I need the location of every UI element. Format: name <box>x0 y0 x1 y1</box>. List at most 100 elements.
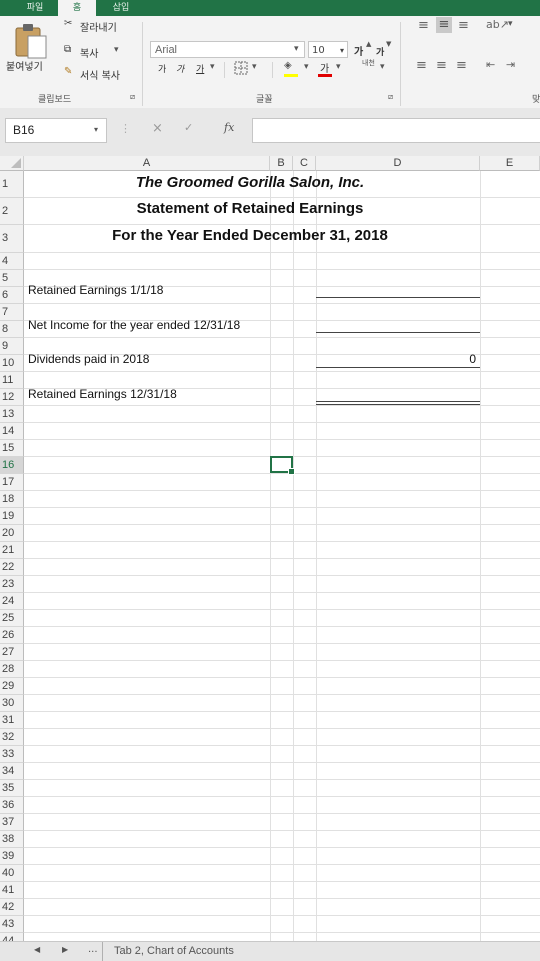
row-header[interactable]: 13 <box>0 406 24 423</box>
row-header[interactable]: 17 <box>0 474 24 491</box>
font-chevron-icon[interactable]: ▾ <box>294 44 299 54</box>
row-header[interactable]: 37 <box>0 814 24 831</box>
phonetic-button[interactable]: 내천 <box>362 59 376 67</box>
formula-input[interactable] <box>252 118 540 143</box>
row-header[interactable]: 39 <box>0 848 24 865</box>
row-header[interactable]: 25 <box>0 610 24 627</box>
font-size-select[interactable]: 10 ▾ <box>308 41 348 58</box>
confirm-icon[interactable]: ✓ <box>184 121 193 134</box>
row-header[interactable]: 36 <box>0 797 24 814</box>
row-header[interactable]: 3 <box>0 225 24 253</box>
row-header[interactable]: 20 <box>0 525 24 542</box>
title-period[interactable]: For the Year Ended December 31, 2018 <box>24 227 476 244</box>
row-header[interactable]: 19 <box>0 508 24 525</box>
shrink-font-button[interactable]: 가 <box>376 45 384 58</box>
row-header[interactable]: 32 <box>0 729 24 746</box>
row-header[interactable]: 22 <box>0 559 24 576</box>
row-header[interactable]: 28 <box>0 661 24 678</box>
title-company[interactable]: The Groomed Gorilla Salon, Inc. <box>24 174 476 191</box>
row-header[interactable]: 12 <box>0 389 24 406</box>
format-painter-button[interactable]: ✎ 서식 복사 <box>64 66 144 82</box>
worksheet-grid[interactable]: A B C D E 1 2 3 4 5 6 7 8 9 10 11 12 13 14 15 16 17 18 19 2… <box>0 156 540 941</box>
row-header[interactable]: 7 <box>0 304 24 321</box>
row-header[interactable]: 8 <box>0 321 24 338</box>
cut-button[interactable]: ✂ 잘라내기 <box>64 18 144 34</box>
align-bottom-icon[interactable]: ≡ <box>458 18 469 33</box>
underline-button[interactable]: 가 <box>196 62 204 75</box>
name-box[interactable]: B16 <box>5 118 107 143</box>
cancel-icon[interactable]: × <box>152 121 163 136</box>
row-header[interactable]: 26 <box>0 627 24 644</box>
copy-button[interactable]: ⧉ 복사 ▾ <box>64 44 144 60</box>
row-header[interactable]: 35 <box>0 780 24 797</box>
row-header[interactable]: 16 <box>0 457 24 474</box>
clipboard-launcher-icon[interactable]: ⧄ <box>130 92 135 102</box>
row-header[interactable]: 44 <box>0 933 24 941</box>
row-header[interactable]: 4 <box>0 253 24 270</box>
align-right-icon[interactable]: ≡ <box>456 58 467 73</box>
tab-file[interactable]: 파일 <box>22 0 48 16</box>
row-header[interactable]: 27 <box>0 644 24 661</box>
underline-chevron-icon[interactable]: ▾ <box>210 62 215 72</box>
label-retained-earnings-ending[interactable]: Retained Earnings 12/31/18 <box>28 387 177 401</box>
column-header-A[interactable]: A <box>24 156 270 171</box>
row-header[interactable]: 30 <box>0 695 24 712</box>
align-center-icon[interactable]: ≡ <box>436 58 447 73</box>
align-left-icon[interactable]: ≡ <box>416 58 427 73</box>
row-header[interactable]: 24 <box>0 593 24 610</box>
more-sheets-button[interactable]: ... <box>88 944 98 955</box>
font-launcher-icon[interactable]: ⧄ <box>388 92 393 102</box>
tab-home[interactable]: 홈 <box>58 0 96 16</box>
select-all-corner[interactable] <box>0 156 24 171</box>
tab-insert[interactable]: 삽입 <box>106 0 136 16</box>
font-color-button[interactable]: 가 <box>318 60 334 78</box>
row-header[interactable]: 1 <box>0 171 24 198</box>
row-header[interactable]: 23 <box>0 576 24 593</box>
row-header[interactable]: 9 <box>0 338 24 355</box>
row-header[interactable]: 21 <box>0 542 24 559</box>
row-header[interactable]: 38 <box>0 831 24 848</box>
column-header-E[interactable]: E <box>480 156 540 171</box>
borders-icon[interactable] <box>234 61 248 75</box>
row-header[interactable]: 6 <box>0 287 24 304</box>
value-dividends[interactable]: 0 <box>316 352 476 366</box>
row-header[interactable]: 15 <box>0 440 24 457</box>
row-header[interactable]: 14 <box>0 423 24 440</box>
row-header[interactable]: 31 <box>0 712 24 729</box>
row-header[interactable]: 29 <box>0 678 24 695</box>
row-header[interactable]: 11 <box>0 372 24 389</box>
column-header-D[interactable]: D <box>316 156 480 171</box>
row-header[interactable]: 33 <box>0 746 24 763</box>
title-statement[interactable]: Statement of Retained Earnings <box>24 200 476 217</box>
row-header[interactable]: 5 <box>0 270 24 287</box>
row-header[interactable]: 2 <box>0 198 24 225</box>
fill-chevron-icon[interactable]: ▾ <box>304 62 309 72</box>
phonetic-chevron-icon[interactable]: ▾ <box>380 62 385 72</box>
bold-button[interactable]: 가 <box>158 62 166 75</box>
row-header[interactable]: 42 <box>0 899 24 916</box>
next-sheet-icon[interactable]: ▶ <box>62 945 68 954</box>
orientation-icon[interactable]: ab↗ <box>486 18 509 31</box>
font-name-select[interactable]: Arial <box>150 41 305 58</box>
fill-handle[interactable] <box>288 468 295 475</box>
row-header[interactable]: 41 <box>0 882 24 899</box>
decrease-indent-icon[interactable]: ⇤ <box>486 58 495 71</box>
row-header[interactable]: 34 <box>0 763 24 780</box>
orientation-chevron-icon[interactable]: ▾ <box>508 19 513 29</box>
label-retained-earnings-beginning[interactable]: Retained Earnings 1/1/18 <box>28 283 163 297</box>
column-header-B[interactable]: B <box>270 156 293 171</box>
row-header[interactable]: 40 <box>0 865 24 882</box>
italic-button[interactable]: 가 <box>176 62 184 75</box>
paste-button[interactable]: 붙여넣기 <box>4 20 56 84</box>
row-header[interactable]: 18 <box>0 491 24 508</box>
label-net-income[interactable]: Net Income for the year ended 12/31/18 <box>28 318 240 332</box>
increase-indent-icon[interactable]: ⇥ <box>506 58 515 71</box>
align-middle-icon[interactable]: ≡ <box>436 17 452 33</box>
sheet-tab[interactable]: Tab 2, Chart of Accounts <box>104 942 244 961</box>
row-header[interactable]: 10 <box>0 355 24 372</box>
fill-color-button[interactable]: ◈ <box>284 60 302 78</box>
prev-sheet-icon[interactable]: ◀ <box>34 945 40 954</box>
grow-font-button[interactable]: 가 <box>354 43 363 58</box>
borders-chevron-icon[interactable]: ▾ <box>252 62 257 72</box>
label-dividends[interactable]: Dividends paid in 2018 <box>28 352 149 366</box>
